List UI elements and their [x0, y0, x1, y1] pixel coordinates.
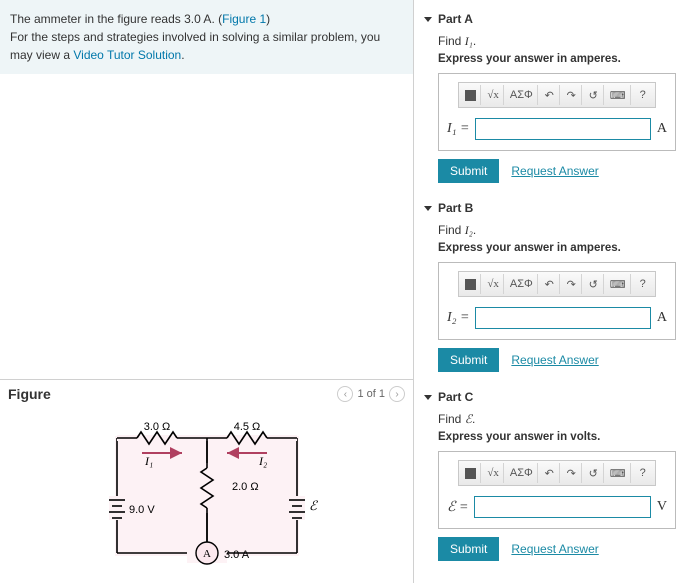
emf-label: ℰ [309, 498, 318, 513]
keyboard-icon[interactable]: ⌨ [606, 274, 631, 294]
reset-icon[interactable]: ↺ [584, 274, 604, 294]
vsource-label: 9.0 V [129, 504, 155, 516]
part-c-input[interactable] [474, 496, 650, 518]
part-c-var-eq: ℰ = [447, 499, 468, 516]
keyboard-icon[interactable]: ⌨ [606, 85, 631, 105]
problem-text-1b: ) [266, 12, 270, 26]
part-b-unit: A [657, 310, 667, 326]
part-a-header[interactable]: Part A [424, 8, 690, 30]
pager-text: 1 of 1 [357, 388, 385, 400]
pager-next-button[interactable]: › [389, 386, 405, 402]
part-b-find-b: . [473, 223, 476, 237]
part-b-submit-button[interactable]: Submit [438, 348, 499, 372]
part-b-request-link[interactable]: Request Answer [511, 353, 598, 367]
part-c-request-link[interactable]: Request Answer [511, 542, 598, 556]
sqrt-icon[interactable]: √x [483, 463, 504, 483]
problem-statement: The ammeter in the figure reads 3.0 A. (… [0, 0, 413, 74]
part-c-toolbar: √x ΑΣΦ ↶ ↷ ↺ ⌨ ? [458, 460, 655, 486]
template-icon[interactable] [461, 274, 481, 294]
part-c-unit: V [657, 499, 667, 515]
greek-icon[interactable]: ΑΣΦ [506, 463, 538, 483]
figure-title: Figure [8, 386, 51, 402]
chevron-down-icon [424, 206, 432, 211]
help-icon[interactable]: ? [633, 274, 653, 294]
template-icon[interactable] [461, 463, 481, 483]
part-c-find-a: Find [438, 412, 465, 426]
part-b-title: Part B [438, 201, 473, 215]
part-b-var-eq: I₂ = [447, 310, 469, 326]
circuit-diagram: A 3.0 Ω 4.5 Ω 2.0 Ω I₁ I₂ 9.0 V ℰ 3.0 A [87, 418, 327, 573]
part-a-express: Express your answer in amperes. [438, 53, 690, 65]
part-c-find-b: . [472, 412, 475, 426]
part-b-header[interactable]: Part B [424, 197, 690, 219]
redo-icon[interactable]: ↷ [562, 463, 582, 483]
sqrt-icon[interactable]: √x [483, 274, 504, 294]
part-b-find-a: Find [438, 223, 465, 237]
video-solution-link[interactable]: Video Tutor Solution [73, 48, 181, 62]
sqrt-icon[interactable]: √x [483, 85, 504, 105]
part-a-request-link[interactable]: Request Answer [511, 164, 598, 178]
problem-text-2: For the steps and strategies involved in… [10, 30, 380, 62]
i2-label: I₂ [258, 454, 267, 468]
chevron-down-icon [424, 395, 432, 400]
help-icon[interactable]: ? [633, 85, 653, 105]
reset-icon[interactable]: ↺ [584, 85, 604, 105]
undo-icon[interactable]: ↶ [540, 274, 560, 294]
part-a-toolbar: √x ΑΣΦ ↶ ↷ ↺ ⌨ ? [458, 82, 655, 108]
part-c-express: Express your answer in volts. [438, 431, 690, 443]
part-b-express: Express your answer in amperes. [438, 242, 690, 254]
part-c-submit-button[interactable]: Submit [438, 537, 499, 561]
undo-icon[interactable]: ↶ [540, 463, 560, 483]
chevron-down-icon [424, 17, 432, 22]
part-c-find-var: ℰ [465, 412, 472, 426]
part-a-input[interactable] [475, 118, 650, 140]
redo-icon[interactable]: ↷ [562, 85, 582, 105]
ammeter-label: A [203, 548, 211, 560]
r2-label: 4.5 Ω [233, 421, 260, 433]
part-a-find-a: Find [438, 34, 465, 48]
problem-text-2b: . [181, 48, 184, 62]
pager-prev-button[interactable]: ‹ [337, 386, 353, 402]
part-a-unit: A [657, 121, 667, 137]
template-icon[interactable] [461, 85, 481, 105]
greek-icon[interactable]: ΑΣΦ [506, 274, 538, 294]
part-c-header[interactable]: Part C [424, 386, 690, 408]
r3-label: 2.0 Ω [232, 481, 259, 493]
help-icon[interactable]: ? [633, 463, 653, 483]
figure-pager: ‹ 1 of 1 › [337, 386, 405, 402]
r1-label: 3.0 Ω [143, 421, 170, 433]
part-a-var-eq: I₁ = [447, 121, 469, 137]
keyboard-icon[interactable]: ⌨ [606, 463, 631, 483]
greek-icon[interactable]: ΑΣΦ [506, 85, 538, 105]
i1-label: I₁ [144, 454, 153, 468]
part-b-input[interactable] [475, 307, 650, 329]
undo-icon[interactable]: ↶ [540, 85, 560, 105]
part-c-title: Part C [438, 390, 473, 404]
redo-icon[interactable]: ↷ [562, 274, 582, 294]
figure-link[interactable]: Figure 1 [222, 12, 266, 26]
part-b-toolbar: √x ΑΣΦ ↶ ↷ ↺ ⌨ ? [458, 271, 655, 297]
reset-icon[interactable]: ↺ [584, 463, 604, 483]
part-b-find-var: I₂ [465, 223, 473, 237]
part-a-title: Part A [438, 12, 473, 26]
problem-text-1: The ammeter in the figure reads 3.0 A. ( [10, 12, 222, 26]
part-a-submit-button[interactable]: Submit [438, 159, 499, 183]
ammeter-reading: 3.0 A [224, 549, 250, 561]
part-a-find-b: . [473, 34, 476, 48]
part-a-find-var: I₁ [465, 34, 473, 48]
